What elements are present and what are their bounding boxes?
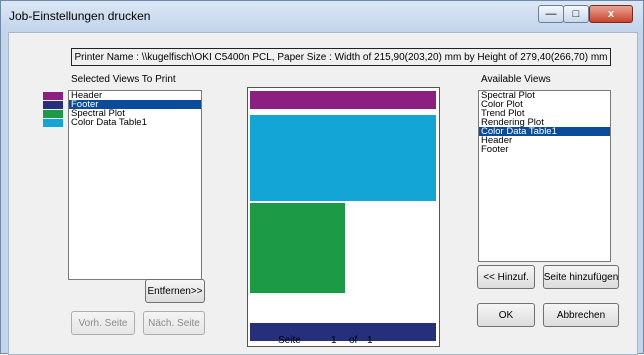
page-label: Seite bbox=[278, 335, 301, 346]
page-preview bbox=[247, 87, 440, 347]
preview-header-block[interactable] bbox=[250, 91, 436, 109]
available-views-list[interactable]: Spectral Plot Color Plot Trend Plot Rend… bbox=[478, 90, 611, 262]
current-page-number: 1 bbox=[331, 335, 337, 346]
add-page-button[interactable]: Seite hinzufügen bbox=[543, 265, 619, 289]
available-views-label: Available Views bbox=[481, 74, 551, 85]
footer-color-swatch bbox=[43, 101, 63, 109]
ok-button[interactable]: OK bbox=[477, 303, 535, 327]
preview-spectral-plot-block[interactable] bbox=[250, 203, 345, 293]
selected-views-list[interactable]: Header Footer Spectral Plot Color Data T… bbox=[68, 90, 202, 280]
page-of-label: of bbox=[349, 335, 358, 346]
minimize-button[interactable]: — bbox=[538, 5, 564, 23]
cancel-button[interactable]: Abbrechen bbox=[543, 303, 619, 327]
list-item[interactable]: Color Data Table1 bbox=[69, 118, 201, 128]
title-bar[interactable]: Job-Einstellungen drucken — □ x bbox=[1, 1, 643, 31]
list-item[interactable]: Footer bbox=[479, 145, 610, 155]
close-button[interactable]: x bbox=[589, 5, 633, 23]
window-title: Job-Einstellungen drucken bbox=[9, 9, 151, 23]
maximize-button[interactable]: □ bbox=[563, 5, 589, 23]
dialog-client-area: Printer Name : \\kugelfisch\OKI C5400n P… bbox=[8, 32, 638, 355]
spectral-plot-color-swatch bbox=[43, 110, 63, 118]
remove-button[interactable]: Entfernen>> bbox=[145, 279, 205, 303]
selected-views-label: Selected Views To Print bbox=[71, 74, 176, 85]
header-color-swatch bbox=[43, 92, 63, 100]
add-view-button[interactable]: << Hinzuf. bbox=[477, 265, 535, 289]
next-page-button[interactable]: Näch. Seite bbox=[143, 311, 205, 335]
printer-info-text: Printer Name : \\kugelfisch\OKI C5400n P… bbox=[74, 51, 608, 63]
total-pages-number: 1 bbox=[367, 335, 373, 346]
print-job-settings-window: Job-Einstellungen drucken — □ x Printer … bbox=[0, 0, 644, 355]
color-data-table-color-swatch bbox=[43, 119, 63, 127]
printer-info-box: Printer Name : \\kugelfisch\OKI C5400n P… bbox=[71, 48, 611, 66]
preview-color-data-table-block[interactable] bbox=[250, 115, 436, 201]
previous-page-button[interactable]: Vorh. Seite bbox=[71, 311, 135, 335]
